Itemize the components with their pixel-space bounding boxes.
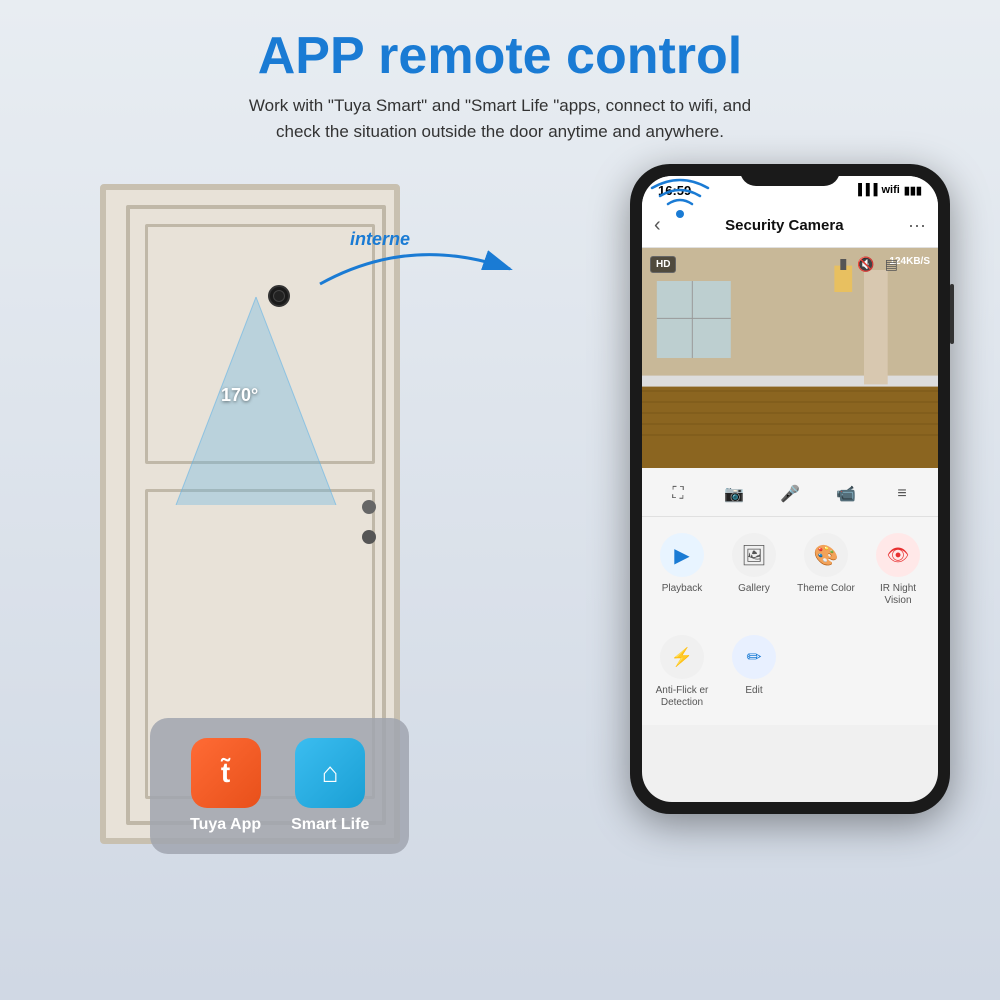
porch-scene-svg <box>642 248 938 468</box>
tuya-app-item: t̃ Tuya App <box>190 738 261 834</box>
gallery-icon: 🖼 <box>732 533 776 577</box>
app-icons-section: t̃ Tuya App ⌂ Smart Life <box>150 718 409 854</box>
status-icons: ▐▐▐ wifi ▮▮▮ <box>854 184 922 197</box>
theme-icon: 🎨 <box>804 533 848 577</box>
header: APP remote control Work with "Tuya Smart… <box>0 0 1000 154</box>
playback-label: Playback <box>662 583 703 595</box>
more-button[interactable]: ··· <box>908 215 926 236</box>
wifi-svg <box>650 174 710 224</box>
feature-theme[interactable]: 🎨 Theme Color <box>790 525 862 615</box>
smartlife-app-icon: ⌂ <box>295 738 365 808</box>
feature-antiflicker[interactable]: ⚡ Anti-Flick er Detection <box>646 627 718 717</box>
phone-outer: 16:59 ▐▐▐ wifi ▮▮▮ ‹ Security Camera ··· <box>630 164 950 814</box>
feature-ir[interactable]: 👁 IR Night Vision <box>862 525 934 615</box>
feature-edit[interactable]: ✏ Edit <box>718 627 790 717</box>
tuya-app-icon: t̃ <box>191 738 261 808</box>
content-area: 170° interne <box>0 154 1000 934</box>
wifi-icon <box>650 174 710 229</box>
smartlife-logo: ⌂ <box>322 757 339 789</box>
playback-icon: ▶ <box>660 533 704 577</box>
smartlife-app-label: Smart Life <box>291 816 369 834</box>
phone-bottom: ⛶ 📷 🎤 📹 ≡ ▶ Playback <box>642 468 938 725</box>
porch-scene <box>642 248 938 468</box>
antiflicker-label: Anti-Flick er Detection <box>650 685 714 709</box>
nav-title: Security Camera <box>725 217 843 234</box>
ir-icon: 👁 <box>876 533 920 577</box>
wifi-status-icon: wifi <box>881 184 899 196</box>
feature-playback[interactable]: ▶ Playback <box>646 525 718 615</box>
layout-icon[interactable]: ▤ <box>885 256 898 273</box>
edit-label: Edit <box>745 685 762 697</box>
subtitle: Work with "Tuya Smart" and "Smart Life "… <box>0 93 1000 144</box>
fov-angle-label: 170° <box>221 385 258 406</box>
snapshot-icon[interactable]: 📷 <box>720 480 748 508</box>
edit-icon: ✏ <box>732 635 776 679</box>
fullscreen-icon[interactable]: ⛶ <box>664 480 692 508</box>
arrow-svg <box>290 214 540 304</box>
signal-icon: ▐▐▐ <box>854 184 877 196</box>
features-grid-2: ⚡ Anti-Flick er Detection ✏ Edit <box>642 623 938 725</box>
tuya-logo: t̃ <box>221 757 230 789</box>
camera-view: HD 124KB/S 🔇 ▤ <box>642 248 938 468</box>
phone-notch <box>740 164 840 186</box>
main-title: APP remote control <box>0 28 1000 85</box>
arrow-container: interne <box>290 214 540 314</box>
mic-icon[interactable]: 🎤 <box>776 480 804 508</box>
hd-badge: HD <box>650 256 676 273</box>
features-grid-1: ▶ Playback 🖼 Gallery 🎨 Theme Color <box>642 517 938 623</box>
door-section: 170° interne <box>40 164 460 914</box>
record-icon[interactable]: 📹 <box>832 480 860 508</box>
side-button <box>950 284 954 344</box>
ir-label: IR Night Vision <box>866 583 930 607</box>
phone-section: 16:59 ▐▐▐ wifi ▮▮▮ ‹ Security Camera ··· <box>630 164 970 924</box>
settings-icon[interactable]: ≡ <box>888 480 916 508</box>
antiflicker-icon: ⚡ <box>660 635 704 679</box>
mute-icon[interactable]: 🔇 <box>857 256 874 273</box>
phone-screen: 16:59 ▐▐▐ wifi ▮▮▮ ‹ Security Camera ··· <box>642 176 938 802</box>
tuya-app-label: Tuya App <box>190 816 261 834</box>
battery-icon: ▮▮▮ <box>904 184 922 197</box>
feature-gallery[interactable]: 🖼 Gallery <box>718 525 790 615</box>
gallery-label: Gallery <box>738 583 770 595</box>
camera-controls-top: 🔇 ▤ <box>857 256 898 273</box>
smartlife-app-item: ⌂ Smart Life <box>291 738 369 834</box>
theme-label: Theme Color <box>797 583 855 595</box>
page-container: APP remote control Work with "Tuya Smart… <box>0 0 1000 1000</box>
controls-row1: ⛶ 📷 🎤 📹 ≡ <box>642 468 938 517</box>
